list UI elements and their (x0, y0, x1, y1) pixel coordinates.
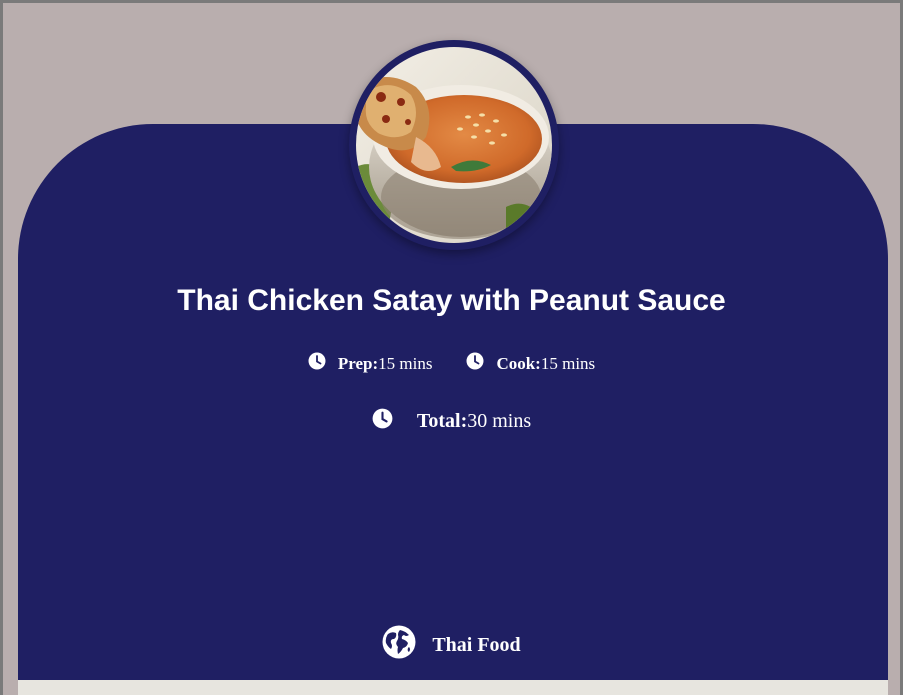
recipe-photo (356, 47, 552, 243)
prep-cook-times: Prep: 15 mins Cook: 15 mins (3, 352, 900, 375)
prep-time: Prep: 15 mins (308, 352, 433, 375)
total-label: Total: (416, 410, 468, 432)
cook-label: Cook: (496, 353, 541, 373)
recipe-photo-frame (349, 40, 559, 250)
cuisine-label: Thai Food (432, 633, 521, 656)
cook-value: 15 mins (540, 353, 596, 373)
clock-icon (466, 352, 484, 375)
page-background: Thai Chicken Satay with Peanut Sauce Pre… (3, 3, 900, 695)
bottom-strip (18, 680, 888, 695)
clock-icon (372, 408, 393, 435)
cuisine-tag: Thai Food (3, 625, 900, 665)
clock-icon (308, 352, 326, 375)
globe-icon (382, 625, 416, 665)
cook-time: Cook: 15 mins (466, 352, 595, 375)
peanut-sauce-image (356, 47, 552, 243)
prep-label: Prep: (337, 353, 379, 373)
total-time: Total: 30 mins (3, 408, 900, 435)
recipe-title: Thai Chicken Satay with Peanut Sauce (177, 284, 726, 317)
prep-value: 15 mins (378, 353, 433, 373)
total-value: 30 mins (467, 410, 532, 432)
